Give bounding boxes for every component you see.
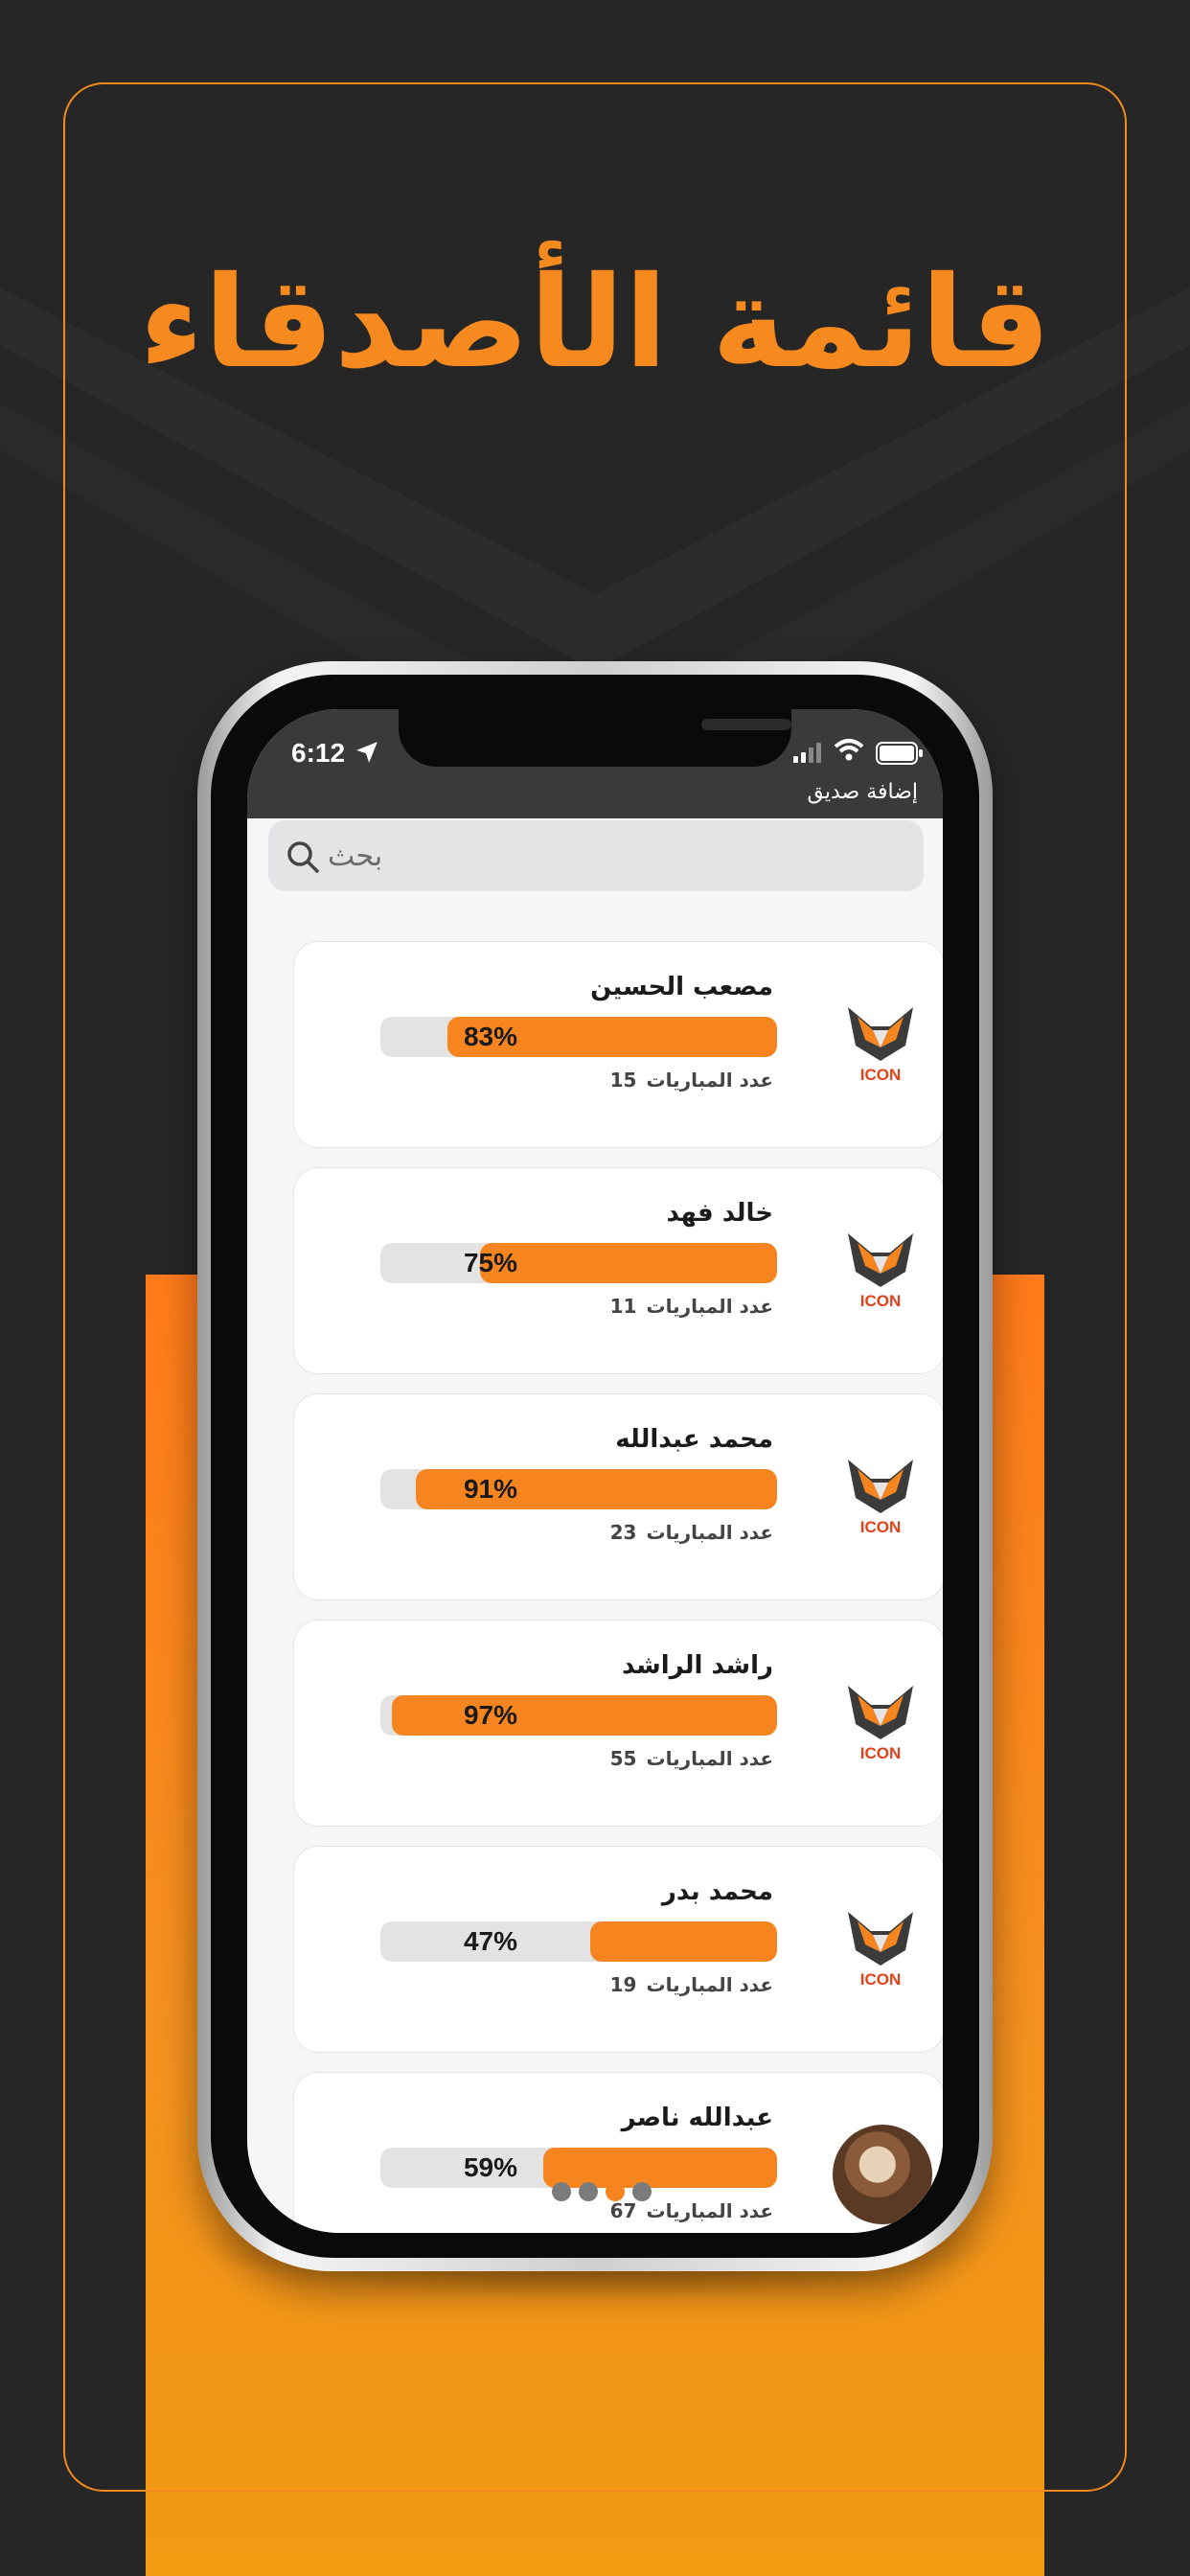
wifi-icon (834, 739, 864, 761)
friend-card[interactable]: راشد الراشد 97% عدد المباريات 55 ICON (293, 1620, 943, 1827)
matches-label: عدد المباريات (646, 1069, 773, 1092)
friend-name: محمد بدر (661, 1877, 773, 1906)
matches-label: عدد المباريات (646, 1973, 773, 1996)
matches-value: 67 (609, 2199, 637, 2222)
friend-name: عبدالله ناصر (621, 2104, 773, 2132)
matches-label: عدد المباريات (646, 1747, 773, 1770)
win-rate-bar: 75% (380, 1243, 777, 1283)
logo-text: ICON (860, 1744, 902, 1762)
matches-count: عدد المباريات 67 (601, 2199, 773, 2222)
matches-label: عدد المباريات (646, 1295, 773, 1318)
win-rate-bar: 91% (380, 1469, 777, 1509)
win-rate-percent: 75% (463, 1248, 518, 1277)
logo-text: ICON (860, 1518, 902, 1536)
location-arrow-icon (356, 742, 378, 763)
matches-value: 23 (609, 1521, 637, 1544)
phone-notch (399, 709, 791, 767)
friend-card[interactable]: مصعب الحسين 83% عدد المباريات 15 ICON (293, 941, 943, 1148)
matches-count: عدد المباريات 23 (601, 1521, 773, 1544)
matches-value: 19 (609, 1973, 637, 1996)
win-rate-percent: 91% (463, 1474, 518, 1504)
status-time: 6:12 (291, 738, 346, 768)
logo-text: ICON (860, 1066, 902, 1084)
icon-logo: ICON (846, 1680, 915, 1762)
matches-value: 11 (609, 1295, 637, 1318)
page-dot[interactable] (552, 2182, 571, 2201)
matches-value: 15 (609, 1069, 637, 1092)
win-rate-bar: 97% (380, 1695, 777, 1736)
cellular-signal-icon (793, 743, 821, 763)
matches-count: عدد المباريات 15 (601, 1069, 773, 1092)
logo-text: ICON (860, 1292, 902, 1310)
icon-logo: ICON (846, 1906, 915, 1989)
friend-card[interactable]: عبدالله ناصر 59% عدد المباريات67 (293, 2072, 943, 2233)
add-friend-button[interactable]: إضافة صديق (808, 780, 919, 804)
phone-screen: 6:12 إضافة صديق مصعب الحسي (247, 709, 943, 2233)
friend-card[interactable]: محمد عبدالله 91% عدد المباريات 23 ICON (293, 1393, 943, 1600)
friend-name: راشد الراشد (622, 1651, 773, 1680)
friend-name: مصعب الحسين (590, 973, 773, 1001)
friend-name: محمد عبدالله (615, 1425, 773, 1454)
win-rate-bar: 83% (380, 1017, 777, 1057)
search-bar[interactable] (268, 820, 924, 891)
battery-icon (876, 742, 923, 765)
page-dot[interactable] (579, 2182, 598, 2201)
matches-value: 55 (609, 1747, 637, 1770)
friend-name: خالد فهد (666, 1199, 773, 1228)
win-rate-bar: 47% (380, 1921, 777, 1962)
logo-text: ICON (860, 1970, 902, 1989)
page-title: قائمة الأصدقاء (139, 249, 1053, 397)
icon-logo: ICON (846, 1228, 915, 1310)
win-rate-percent: 83% (463, 1022, 518, 1051)
matches-count: عدد المباريات 19 (601, 1973, 773, 1996)
matches-label: عدد المباريات (646, 2199, 773, 2222)
matches-label: عدد المباريات (646, 1521, 773, 1544)
page-dot[interactable] (632, 2182, 652, 2201)
matches-count: عدد المباريات 11 (601, 1295, 773, 1318)
win-rate-percent: 47% (463, 1926, 518, 1956)
friend-card[interactable]: محمد بدر 47% عدد المباريات 19 ICON (293, 1846, 943, 2053)
search-input[interactable] (328, 834, 903, 878)
win-rate-bar-fill (590, 1921, 777, 1962)
search-icon (287, 841, 319, 873)
win-rate-percent: 97% (463, 1700, 518, 1730)
matches-count: عدد المباريات 55 (601, 1747, 773, 1770)
friend-card[interactable]: خالد فهد 75% عدد المباريات 11 ICON (293, 1167, 943, 1374)
icon-logo: ICON (846, 1454, 915, 1536)
page-dot[interactable] (606, 2182, 625, 2201)
avatar (833, 2125, 932, 2224)
icon-logo: ICON (846, 1001, 915, 1084)
page-indicator (552, 2181, 667, 2202)
speaker-grille (701, 719, 791, 730)
